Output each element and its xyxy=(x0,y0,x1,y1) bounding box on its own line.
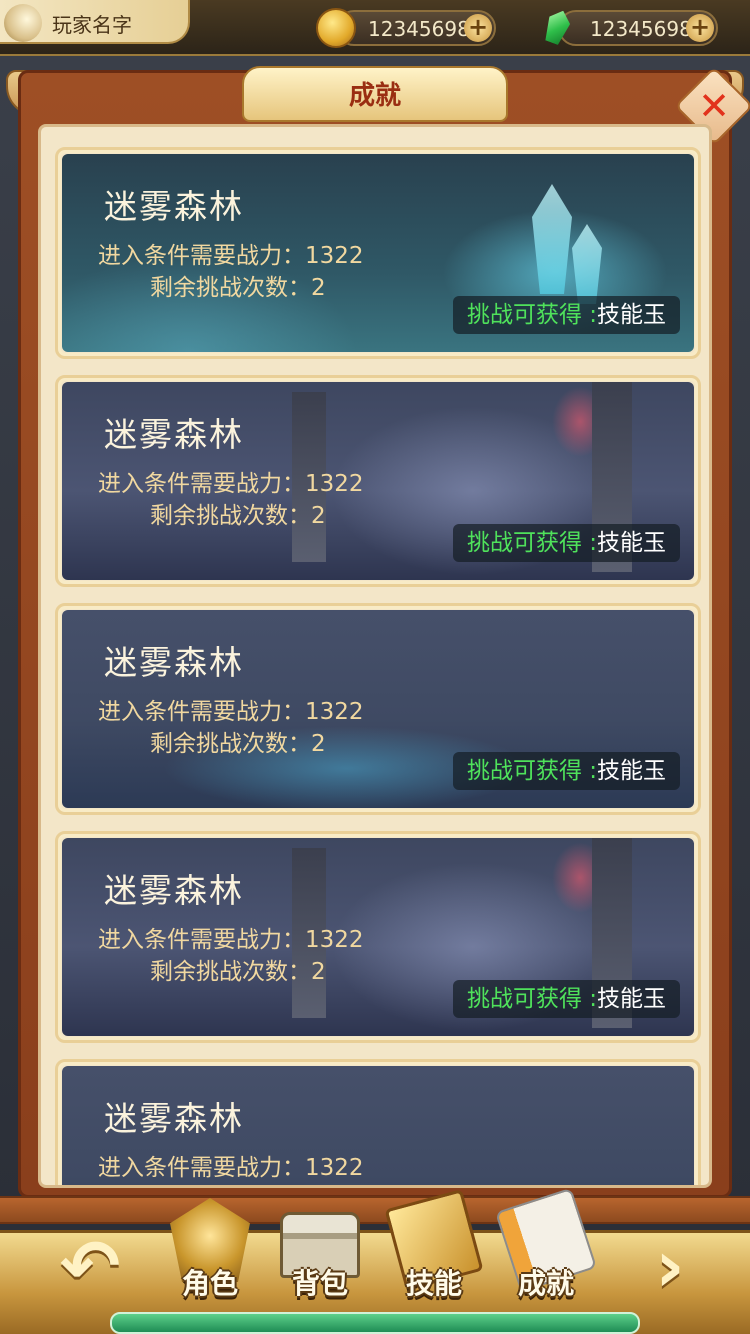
reward-value: 技能玉 xyxy=(597,986,666,1012)
dungeon-card[interactable]: 迷雾森林 进入条件需要战力：1322 剩余挑战次数：2 挑战可获得 :技能玉 xyxy=(55,603,701,815)
crystal-decoration xyxy=(572,224,602,304)
player-badge[interactable]: 玩家名字 xyxy=(0,0,190,44)
reward-value: 技能玉 xyxy=(597,530,666,556)
avatar xyxy=(4,4,42,42)
remaining-attempts: 剩余挑战次数：2 xyxy=(150,275,326,301)
reward-box: 挑战可获得 :技能玉 xyxy=(452,752,680,790)
nav-item-role[interactable]: 角色 xyxy=(158,1192,262,1312)
dungeon-name: 迷雾森林 xyxy=(104,871,244,910)
dungeon-card[interactable]: 迷雾森林 进入条件需要战力：1322 剩余挑战次数：2 挑战可获得 :技能玉 xyxy=(55,831,701,1043)
dungeon-list[interactable]: 迷雾森林 进入条件需要战力：1322 剩余挑战次数：2 挑战可获得 :技能玉 迷… xyxy=(38,124,712,1188)
nav-label: 技能 xyxy=(405,1267,462,1300)
reward-value: 技能玉 xyxy=(597,758,666,784)
remaining-attempts: 剩余挑战次数：2 xyxy=(150,959,326,985)
dungeon-card[interactable]: 迷雾森林 进入条件需要战力：1322 xyxy=(55,1059,701,1185)
nav-strip xyxy=(110,1312,640,1334)
requirement-text: 进入条件需要战力：1322 xyxy=(98,1155,364,1181)
scroll-rod xyxy=(0,1196,750,1224)
requirement-text: 进入条件需要战力：1322 xyxy=(98,243,364,269)
requirement-text: 进入条件需要战力：1322 xyxy=(98,699,364,725)
nav-item-achievement[interactable]: 成就 xyxy=(494,1187,598,1312)
nav-item-skill[interactable]: 技能 xyxy=(382,1189,486,1312)
reward-label: 挑战可获得 : xyxy=(466,986,597,1012)
requirement-text: 进入条件需要战力：1322 xyxy=(98,471,364,497)
dungeon-card[interactable]: 迷雾森林 进入条件需要战力：1322 剩余挑战次数：2 挑战可获得 :技能玉 xyxy=(55,147,701,359)
reward-label: 挑战可获得 : xyxy=(466,302,597,328)
dungeon-name: 迷雾森林 xyxy=(104,415,244,454)
gold-currency: 123456987 + xyxy=(316,8,496,48)
dungeon-name: 迷雾森林 xyxy=(104,643,244,682)
top-bar: 玩家名字 123456987 + 123456987 + xyxy=(0,0,750,56)
page-title: 成就 xyxy=(348,81,401,111)
dungeon-name: 迷雾森林 xyxy=(104,187,244,226)
reward-box: 挑战可获得 :技能玉 xyxy=(452,980,680,1018)
remaining-attempts: 剩余挑战次数：2 xyxy=(150,503,326,529)
player-name: 玩家名字 xyxy=(52,13,132,37)
title-plate: 成就 xyxy=(242,66,508,122)
nav-label: 成就 xyxy=(517,1267,574,1300)
reward-label: 挑战可获得 : xyxy=(466,758,597,784)
add-gem-button[interactable]: + xyxy=(686,14,714,42)
back-arrow-button[interactable]: ↶ xyxy=(50,1226,130,1306)
gem-currency: 123456987 + xyxy=(558,10,718,46)
reward-value: 技能玉 xyxy=(597,302,666,328)
gold-coin-icon xyxy=(316,8,356,48)
remaining-attempts: 剩余挑战次数：2 xyxy=(150,731,326,757)
dungeon-name: 迷雾森林 xyxy=(104,1099,244,1138)
add-gold-button[interactable]: + xyxy=(464,14,492,42)
requirement-text: 进入条件需要战力：1322 xyxy=(98,927,364,953)
reward-box: 挑战可获得 :技能玉 xyxy=(452,524,680,562)
reward-label: 挑战可获得 : xyxy=(466,530,597,556)
nav-item-bag[interactable]: 背包 xyxy=(268,1192,372,1312)
green-gem-icon xyxy=(532,2,583,53)
nav-label: 角色 xyxy=(181,1267,238,1300)
reward-box: 挑战可获得 :技能玉 xyxy=(452,296,680,334)
nav-label: 背包 xyxy=(291,1267,348,1300)
next-arrow-button[interactable]: › xyxy=(630,1226,710,1306)
dungeon-card[interactable]: 迷雾森林 进入条件需要战力：1322 剩余挑战次数：2 挑战可获得 :技能玉 xyxy=(55,375,701,587)
crystal-decoration xyxy=(532,184,572,294)
